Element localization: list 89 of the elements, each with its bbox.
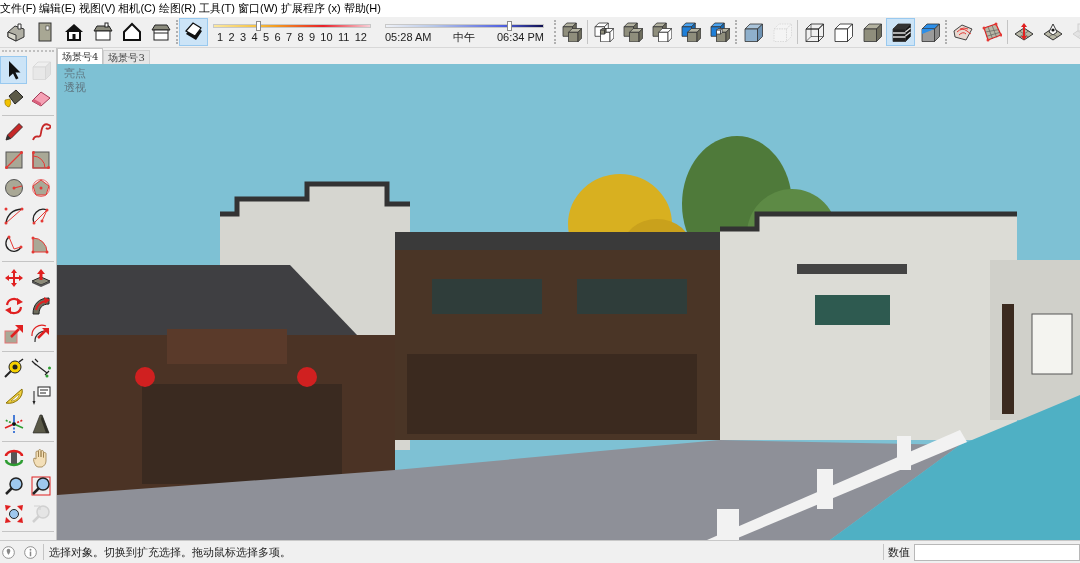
month-number-label: 3 xyxy=(239,30,247,44)
move-arrows-icon xyxy=(3,268,24,288)
house-icon xyxy=(63,22,84,42)
terrain-stamp-icon xyxy=(1042,22,1063,42)
shadows-button[interactable] xyxy=(179,18,208,46)
time-label: 中午 xyxy=(453,30,476,44)
rectangle-arc-icon xyxy=(30,150,51,170)
menu-item[interactable]: 扩展程序 (x) xyxy=(280,1,341,16)
magnifier-frame-icon xyxy=(30,476,51,496)
menu-item[interactable]: 相机(C) xyxy=(118,1,156,16)
house-icon xyxy=(5,22,26,42)
magnifier-arrows-icon xyxy=(3,504,24,524)
axes-icon xyxy=(3,414,24,434)
time-label: 06:34 PM xyxy=(496,30,544,44)
note-label-icon xyxy=(30,386,51,406)
month-number-label: 10 xyxy=(320,30,333,44)
dashed-cube-icon xyxy=(771,22,792,42)
cubes-icon xyxy=(709,22,730,42)
scale-square-icon xyxy=(3,324,24,344)
month-number-label: 1 xyxy=(217,30,224,44)
status-message: 选择对象。切换到扩充选择。拖动鼠标选择多项。 xyxy=(49,544,291,560)
magnifier-icon xyxy=(30,504,51,524)
contour-terrain-icon xyxy=(952,22,973,42)
info-circle-icon[interactable] xyxy=(24,545,37,559)
rectangle-icon xyxy=(3,150,24,170)
scene-tab[interactable]: 场景号3 xyxy=(103,50,150,64)
arc-icon xyxy=(3,206,24,226)
menu-item[interactable]: 工具(T) xyxy=(198,1,235,16)
translucent-cube-icon xyxy=(742,22,763,42)
select-tool-button[interactable] xyxy=(0,56,27,84)
month-number-label: 9 xyxy=(308,30,315,44)
menu-item[interactable]: 编辑(E) xyxy=(39,1,76,16)
viewport-overlay-text: 透视 xyxy=(64,81,86,95)
polygon-icon xyxy=(30,178,51,198)
month-number-label: 11 xyxy=(337,30,350,44)
two-tone-cube-icon xyxy=(919,22,940,42)
arc-icon xyxy=(30,206,51,226)
arc-icon xyxy=(3,234,24,254)
measurements-label: 数值 xyxy=(888,544,910,560)
wireframe-cube-icon xyxy=(803,22,824,42)
curved-arrow-icon xyxy=(30,296,51,316)
menu-item[interactable]: 帮助(H) xyxy=(343,1,381,16)
terrain-arrow-icon xyxy=(1013,22,1034,42)
rotate-arrows-icon xyxy=(3,296,24,316)
circle-icon xyxy=(3,178,24,198)
house-outline-icon xyxy=(121,22,142,42)
month-number-label: 2 xyxy=(228,30,235,44)
magnifier-icon xyxy=(3,476,24,496)
squiggle-icon xyxy=(30,122,51,142)
month-number-label: 5 xyxy=(262,30,270,44)
shaded-textures-button[interactable] xyxy=(886,18,915,46)
month-number-label: 8 xyxy=(297,30,304,44)
house-icon xyxy=(150,22,171,42)
pie-icon xyxy=(30,234,51,254)
outline-cube-icon xyxy=(832,22,853,42)
offset-arc-icon xyxy=(30,324,51,344)
tape-measure-icon xyxy=(3,358,24,378)
slider-thumb[interactable] xyxy=(256,20,262,31)
cube-icon xyxy=(30,60,51,80)
menu-item[interactable]: 视图(V) xyxy=(78,1,116,16)
orbit-arrows-icon xyxy=(3,448,24,468)
cubes-icon xyxy=(651,22,672,42)
house-icon xyxy=(92,22,113,42)
scene-tab[interactable]: 场景号4 xyxy=(57,48,104,64)
cubes-icon xyxy=(561,22,582,42)
striped-cube-icon xyxy=(890,22,911,42)
month-number-label: 7 xyxy=(285,30,293,44)
push-pull-icon xyxy=(30,268,51,288)
cubes-icon xyxy=(622,22,643,42)
menu-item[interactable]: 窗口(W) xyxy=(238,1,278,16)
grid-terrain-icon xyxy=(981,22,1002,42)
protractor-icon xyxy=(3,386,24,406)
month-number-label: 12 xyxy=(354,30,367,44)
cubes-icon xyxy=(593,22,614,42)
month-number-label: 4 xyxy=(251,30,258,44)
month-number-label: 6 xyxy=(274,30,281,44)
circle-marker-icon[interactable] xyxy=(2,545,15,559)
measurements-field[interactable] xyxy=(914,543,1080,561)
pencil-icon xyxy=(3,122,24,142)
paint-bucket-icon xyxy=(3,88,24,108)
menu-item[interactable]: 绘图(R) xyxy=(158,1,196,16)
viewport-overlay-text: 亮点 xyxy=(64,67,86,81)
extruded-triangle-icon xyxy=(30,414,51,434)
menu-item[interactable]: 文件(F) xyxy=(0,1,37,16)
slider-thumb[interactable] xyxy=(506,20,512,31)
solid-cube-icon xyxy=(861,22,882,42)
cubes-icon xyxy=(680,22,701,42)
dimension-icon xyxy=(30,358,51,378)
time-label: 05:28 AM xyxy=(385,30,432,44)
